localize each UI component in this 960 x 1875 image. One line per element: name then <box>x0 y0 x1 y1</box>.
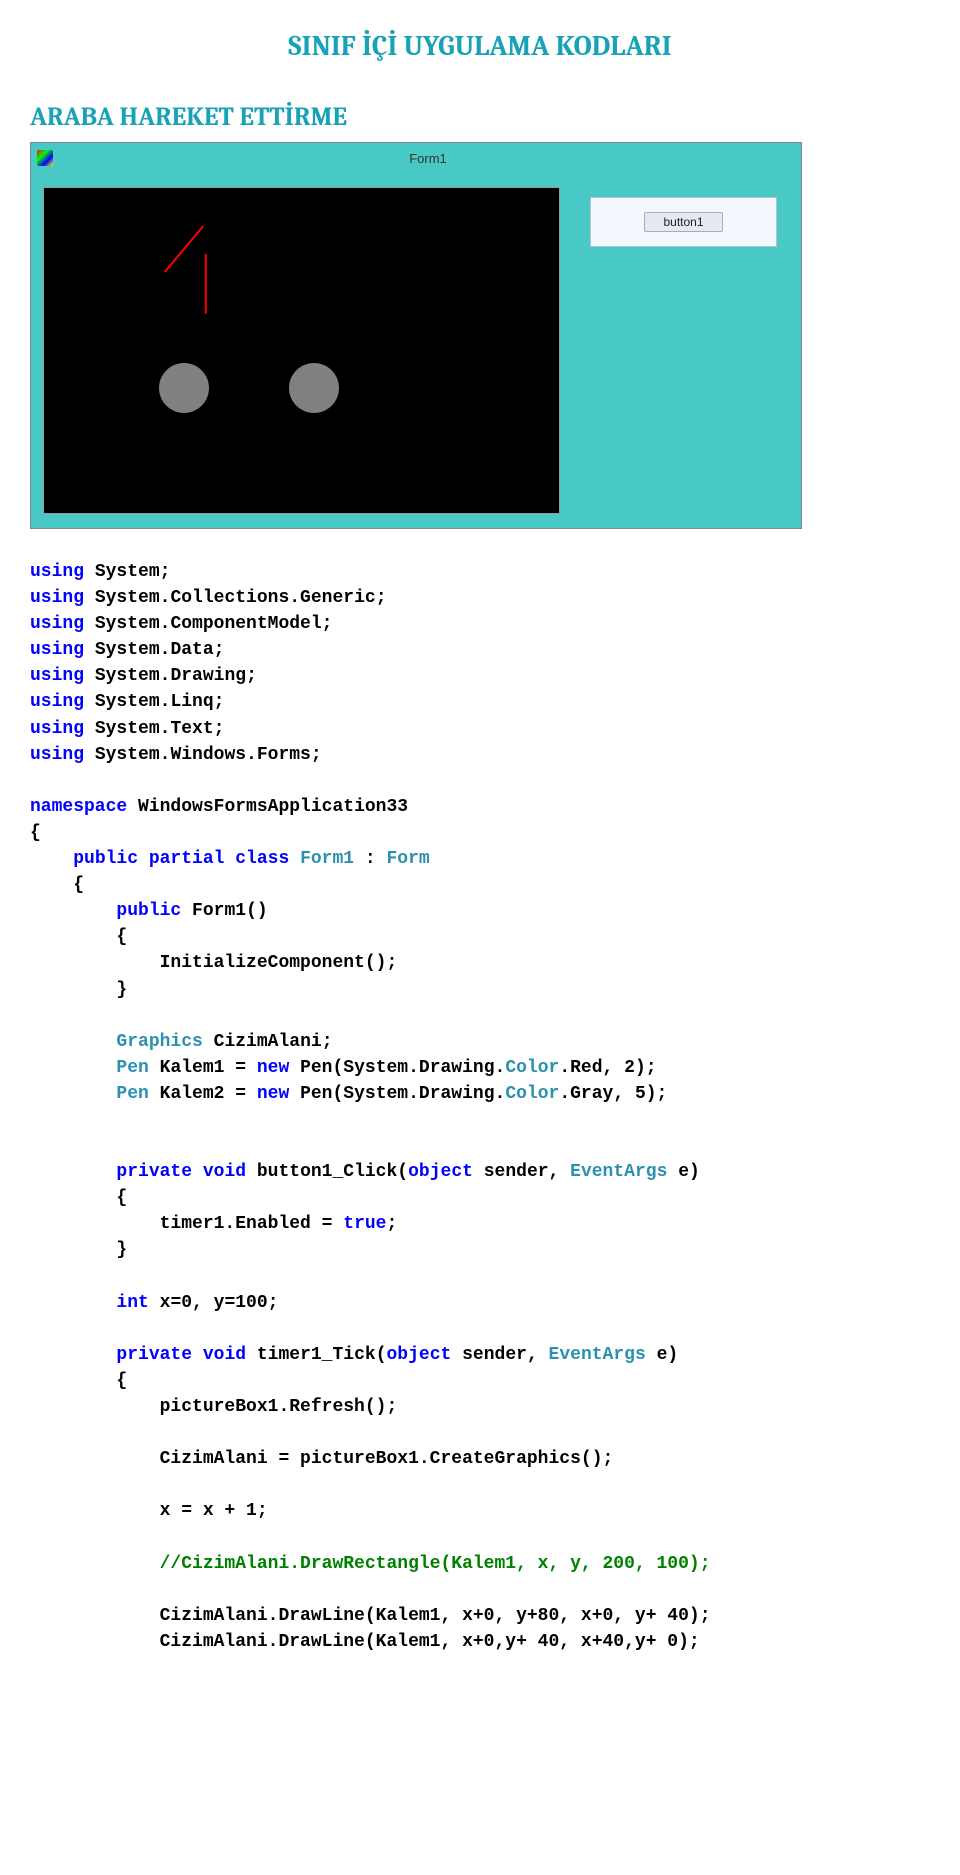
button1[interactable]: button1 <box>644 212 722 232</box>
form-title: Form1 <box>61 151 795 166</box>
form-body: button1 <box>31 173 801 520</box>
form-window: Form1 button1 <box>30 142 802 529</box>
picturebox <box>43 187 560 514</box>
wheel-icon <box>159 363 209 413</box>
wheel-icon <box>289 363 339 413</box>
section-title: ARABA HAREKET ETTİRME <box>30 102 930 132</box>
car-line-icon <box>205 254 207 314</box>
form-titlebar: Form1 <box>31 143 801 173</box>
button-container: button1 <box>590 197 777 247</box>
form-footer <box>31 520 801 528</box>
app-icon <box>37 150 53 166</box>
page-title: SINIF İÇİ UYGULAMA KODLARI <box>30 30 930 62</box>
code-block: using System; using System.Collections.G… <box>30 559 930 1655</box>
car-line-icon <box>164 225 204 272</box>
